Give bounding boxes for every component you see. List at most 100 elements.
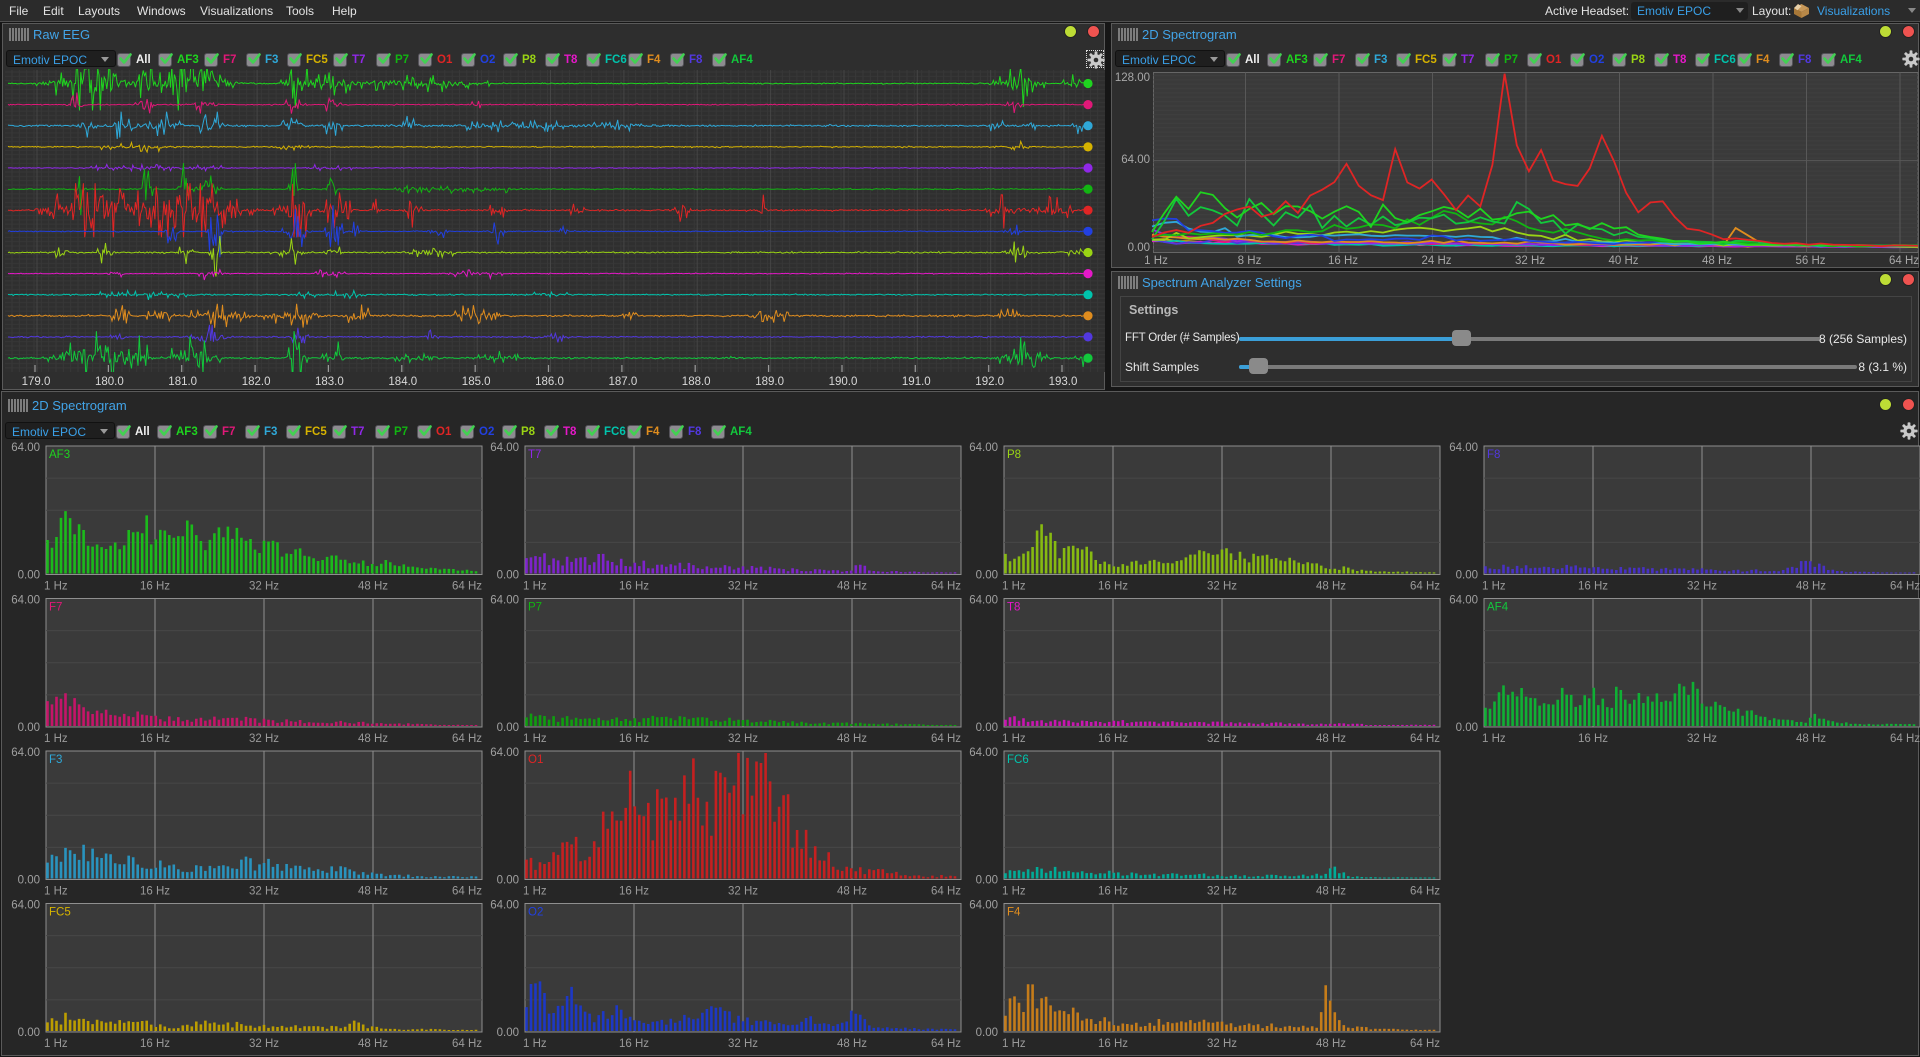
svg-text:64.00: 64.00 (969, 442, 998, 454)
svg-text:16 Hz: 16 Hz (1578, 581, 1608, 593)
svg-text:48 Hz: 48 Hz (358, 581, 388, 593)
svg-text:0.00: 0.00 (976, 875, 998, 887)
svg-text:F3: F3 (49, 754, 62, 766)
svg-text:48 Hz: 48 Hz (358, 1038, 388, 1050)
svg-text:16 Hz: 16 Hz (1098, 733, 1128, 745)
svg-text:16 Hz: 16 Hz (140, 733, 170, 745)
svg-text:1 Hz: 1 Hz (44, 886, 68, 898)
svg-text:1 Hz: 1 Hz (1482, 581, 1506, 593)
svg-text:64.00: 64.00 (11, 595, 40, 607)
svg-text:0.00: 0.00 (497, 722, 519, 734)
svg-text:0.00: 0.00 (976, 722, 998, 734)
svg-text:32 Hz: 32 Hz (728, 1038, 758, 1050)
svg-text:T7: T7 (528, 449, 541, 461)
svg-text:64.00: 64.00 (490, 900, 519, 912)
svg-text:32 Hz: 32 Hz (1207, 581, 1237, 593)
svg-text:48 Hz: 48 Hz (837, 733, 867, 745)
svg-text:0.00: 0.00 (18, 722, 40, 734)
svg-text:48 Hz: 48 Hz (1796, 733, 1826, 745)
svg-text:AF3: AF3 (49, 449, 70, 461)
svg-text:P7: P7 (528, 602, 542, 614)
svg-text:48 Hz: 48 Hz (837, 1038, 867, 1050)
svg-text:F8: F8 (1487, 449, 1500, 461)
svg-text:64.00: 64.00 (969, 747, 998, 759)
svg-text:48 Hz: 48 Hz (837, 886, 867, 898)
svg-text:16 Hz: 16 Hz (140, 581, 170, 593)
svg-text:48 Hz: 48 Hz (358, 886, 388, 898)
svg-text:64 Hz: 64 Hz (452, 886, 482, 898)
svg-text:32 Hz: 32 Hz (728, 886, 758, 898)
svg-text:48 Hz: 48 Hz (1796, 581, 1826, 593)
svg-text:O2: O2 (528, 907, 543, 919)
svg-text:1 Hz: 1 Hz (1002, 581, 1026, 593)
svg-text:64 Hz: 64 Hz (931, 1038, 961, 1050)
svg-text:32 Hz: 32 Hz (1207, 886, 1237, 898)
svg-text:64.00: 64.00 (490, 595, 519, 607)
svg-text:48 Hz: 48 Hz (1316, 733, 1346, 745)
svg-text:16 Hz: 16 Hz (619, 733, 649, 745)
svg-text:FC6: FC6 (1007, 754, 1029, 766)
svg-text:48 Hz: 48 Hz (1316, 581, 1346, 593)
svg-text:48 Hz: 48 Hz (358, 733, 388, 745)
svg-text:32 Hz: 32 Hz (249, 581, 279, 593)
svg-text:1 Hz: 1 Hz (1002, 1038, 1026, 1050)
svg-text:0.00: 0.00 (497, 875, 519, 887)
svg-text:1 Hz: 1 Hz (1002, 886, 1026, 898)
svg-text:16 Hz: 16 Hz (1098, 886, 1128, 898)
svg-text:F7: F7 (49, 602, 62, 614)
svg-text:16 Hz: 16 Hz (619, 1038, 649, 1050)
svg-text:64.00: 64.00 (11, 442, 40, 454)
svg-text:64.00: 64.00 (11, 747, 40, 759)
svg-text:64.00: 64.00 (1449, 595, 1478, 607)
svg-text:64 Hz: 64 Hz (1890, 581, 1920, 593)
svg-text:32 Hz: 32 Hz (249, 733, 279, 745)
svg-text:T8: T8 (1007, 602, 1020, 614)
svg-text:64 Hz: 64 Hz (931, 733, 961, 745)
svg-text:64 Hz: 64 Hz (1410, 581, 1440, 593)
svg-text:32 Hz: 32 Hz (1207, 733, 1237, 745)
svg-text:64.00: 64.00 (490, 747, 519, 759)
svg-text:P8: P8 (1007, 449, 1021, 461)
svg-text:64 Hz: 64 Hz (1410, 733, 1440, 745)
svg-text:48 Hz: 48 Hz (1316, 886, 1346, 898)
svg-text:1 Hz: 1 Hz (1482, 733, 1506, 745)
svg-text:0.00: 0.00 (497, 570, 519, 582)
svg-text:48 Hz: 48 Hz (837, 581, 867, 593)
svg-text:0.00: 0.00 (497, 1027, 519, 1039)
svg-text:16 Hz: 16 Hz (619, 581, 649, 593)
svg-text:0.00: 0.00 (18, 1027, 40, 1039)
svg-text:AF4: AF4 (1487, 602, 1509, 614)
svg-text:1 Hz: 1 Hz (1002, 733, 1026, 745)
svg-text:64.00: 64.00 (969, 900, 998, 912)
svg-text:F4: F4 (1007, 907, 1021, 919)
svg-text:0.00: 0.00 (1456, 722, 1478, 734)
svg-text:1 Hz: 1 Hz (523, 581, 547, 593)
svg-text:1 Hz: 1 Hz (44, 1038, 68, 1050)
svg-text:64 Hz: 64 Hz (452, 733, 482, 745)
svg-text:48 Hz: 48 Hz (1316, 1038, 1346, 1050)
svg-text:64 Hz: 64 Hz (452, 1038, 482, 1050)
svg-text:64 Hz: 64 Hz (1410, 886, 1440, 898)
svg-text:1 Hz: 1 Hz (523, 733, 547, 745)
svg-text:64 Hz: 64 Hz (931, 886, 961, 898)
svg-text:32 Hz: 32 Hz (1207, 1038, 1237, 1050)
svg-text:64 Hz: 64 Hz (452, 581, 482, 593)
svg-text:32 Hz: 32 Hz (728, 581, 758, 593)
svg-text:O1: O1 (528, 754, 543, 766)
svg-text:16 Hz: 16 Hz (1578, 733, 1608, 745)
svg-text:64.00: 64.00 (1449, 442, 1478, 454)
svg-text:16 Hz: 16 Hz (1098, 581, 1128, 593)
svg-text:64.00: 64.00 (490, 442, 519, 454)
svg-text:64.00: 64.00 (969, 595, 998, 607)
svg-text:1 Hz: 1 Hz (44, 733, 68, 745)
svg-text:FC5: FC5 (49, 907, 71, 919)
svg-text:16 Hz: 16 Hz (140, 1038, 170, 1050)
svg-text:32 Hz: 32 Hz (249, 1038, 279, 1050)
svg-text:32 Hz: 32 Hz (1687, 733, 1717, 745)
svg-text:64 Hz: 64 Hz (1410, 1038, 1440, 1050)
svg-text:32 Hz: 32 Hz (728, 733, 758, 745)
svg-text:16 Hz: 16 Hz (619, 886, 649, 898)
svg-text:16 Hz: 16 Hz (1098, 1038, 1128, 1050)
svg-text:0.00: 0.00 (976, 570, 998, 582)
svg-text:0.00: 0.00 (976, 1027, 998, 1039)
